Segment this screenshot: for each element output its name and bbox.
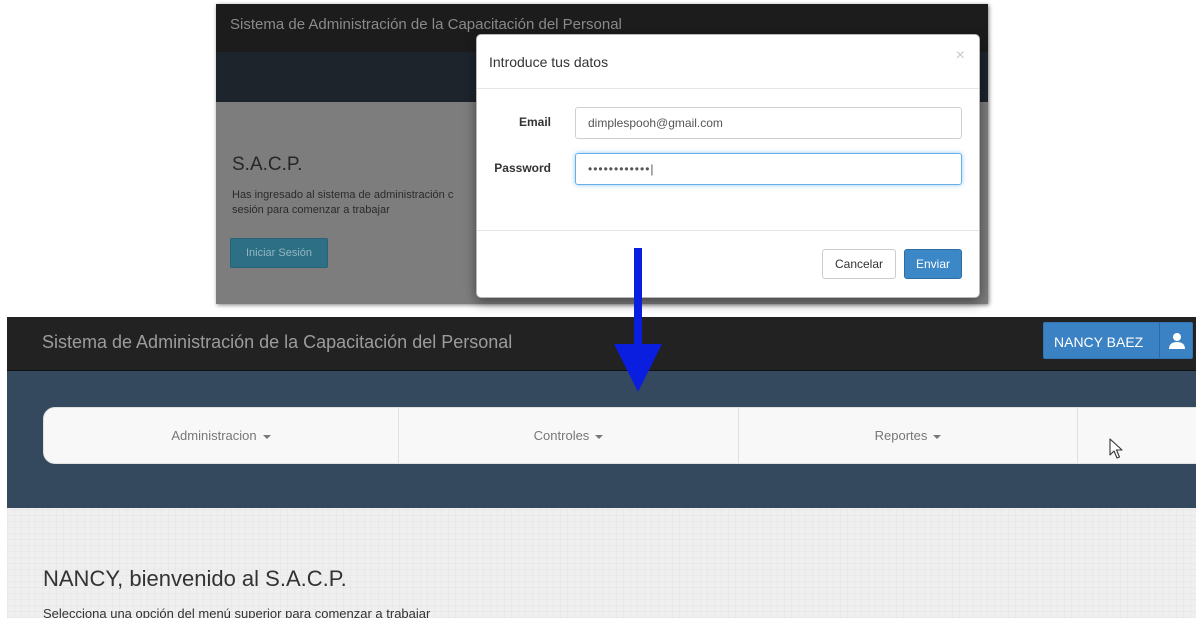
user-button-divider — [1159, 323, 1160, 358]
user-icon — [1169, 333, 1185, 349]
menu-item-controles[interactable]: Controles — [399, 408, 739, 463]
email-label: Email — [518, 115, 551, 129]
app-title: Sistema de Administración de la Capacita… — [230, 16, 622, 33]
submit-button[interactable]: Enviar — [904, 249, 962, 279]
email-row: Email dimplespooh@gmail.com — [477, 105, 981, 139]
dashboard-navbar: Sistema de Administración de la Capacita… — [7, 317, 1196, 371]
dashboard-screenshot: Sistema de Administración de la Capacita… — [7, 317, 1196, 618]
modal-header: Introduce tus datos × — [477, 35, 979, 89]
close-icon[interactable]: × — [956, 47, 965, 65]
password-field[interactable]: ••••••••••••| — [575, 153, 962, 185]
password-label: Password — [494, 161, 551, 175]
email-field[interactable]: dimplespooh@gmail.com — [575, 107, 962, 139]
cancel-button[interactable]: Cancelar — [822, 249, 896, 279]
mouse-cursor-icon — [1109, 438, 1123, 459]
user-name: NANCY BAEZ — [1054, 334, 1144, 350]
modal-title: Introduce tus datos — [489, 54, 609, 70]
menu-item-label: Controles — [533, 428, 590, 443]
login-button[interactable]: Iniciar Sesión — [230, 238, 328, 268]
dashboard-app-title[interactable]: Sistema de Administración de la Capacita… — [42, 332, 512, 353]
menu-item-reportes[interactable]: Reportes — [739, 408, 1078, 463]
welcome-subtitle: Selecciona una opción del menú superior … — [43, 606, 431, 618]
menu-band: Administracion Controles Reportes — [7, 371, 1196, 508]
welcome-title: NANCY, bienvenido al S.A.C.P. — [43, 566, 347, 591]
main-menu: Administracion Controles Reportes — [43, 407, 1196, 464]
transition-arrow-icon — [614, 248, 662, 392]
login-modal: Introduce tus datos × Email dimplespooh@… — [476, 34, 980, 298]
caret-down-icon — [595, 434, 604, 439]
user-menu-button[interactable]: NANCY BAEZ — [1043, 322, 1193, 359]
password-row: Password ••••••••••••| — [477, 151, 981, 185]
landing-description-line2: sesión para comenzar a trabajar — [232, 204, 390, 216]
modal-footer: Cancelar Enviar — [477, 230, 979, 298]
menu-item-label: Administracion — [171, 428, 257, 443]
menu-item-label: Reportes — [874, 428, 928, 443]
menu-item-administracion[interactable]: Administracion — [44, 408, 399, 463]
landing-description-line1: Has ingresado al sistema de administraci… — [232, 189, 454, 201]
caret-down-icon — [262, 434, 271, 439]
caret-down-icon — [933, 434, 942, 439]
landing-description: Has ingresado al sistema de administraci… — [232, 188, 482, 218]
landing-heading: S.A.C.P. — [232, 154, 303, 175]
dashboard-body: NANCY, bienvenido al S.A.C.P. Selecciona… — [7, 508, 1196, 618]
